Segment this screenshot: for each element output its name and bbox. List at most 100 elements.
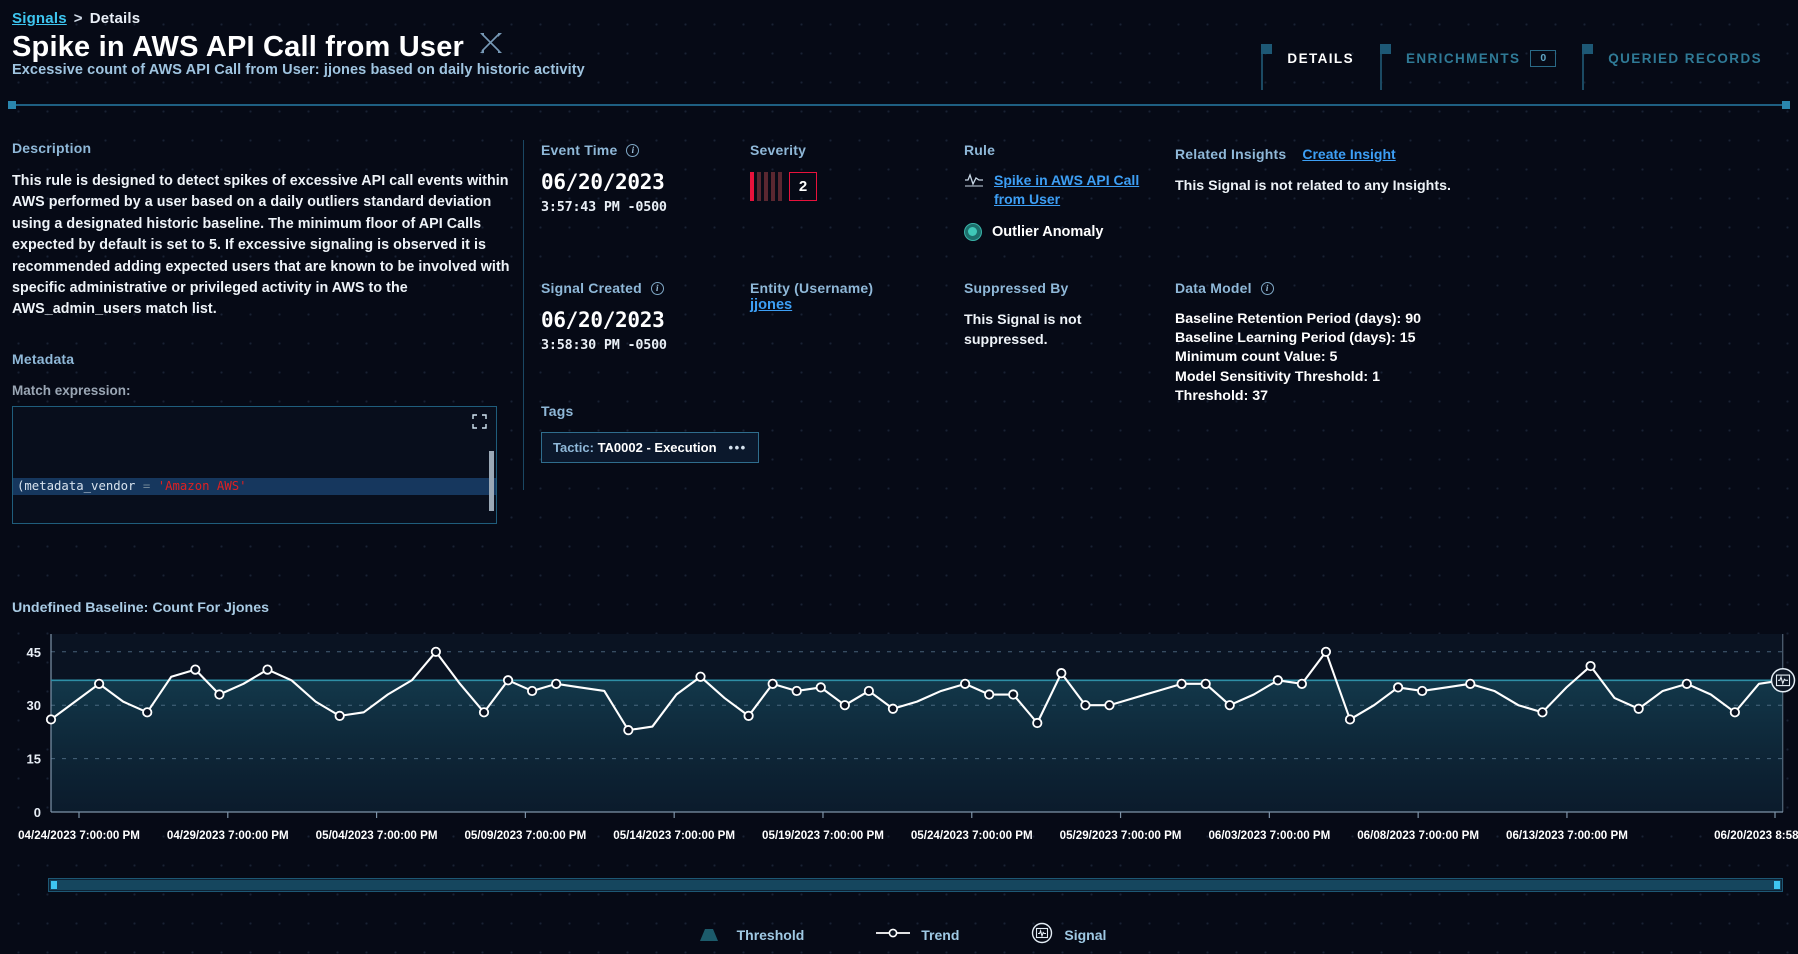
enrichments-count-badge: 0 (1530, 50, 1556, 67)
severity-value: 2 (789, 172, 817, 201)
suppressed-by-body: This Signal is not suppressed. (964, 310, 1164, 350)
entity-value-link[interactable]: jjones (750, 297, 792, 313)
tab-queried-records-label: QUERIED RECORDS (1608, 51, 1762, 66)
suppressed-by-field: Suppressed By This Signal is not suppres… (964, 280, 1164, 350)
baseline-chart[interactable]: 015304504/24/2023 7:00:00 PM04/29/2023 7… (0, 620, 1798, 865)
info-icon[interactable]: i (1261, 282, 1274, 295)
event-time-label: Event Time i (541, 142, 667, 158)
chart-legend: Threshold Trend Signal (0, 922, 1798, 947)
info-icon[interactable]: i (651, 282, 664, 295)
chart-horizontal-scrollbar[interactable] (48, 878, 1783, 892)
legend-item-trend[interactable]: Trend (876, 926, 959, 943)
data-model-list: Baseline Retention Period (days): 90 Bas… (1175, 310, 1575, 406)
chart-title: Undefined Baseline: Count For Jjones (12, 600, 269, 616)
svg-text:05/14/2023 7:00:00 PM: 05/14/2023 7:00:00 PM (613, 829, 735, 842)
tab-bar: DETAILS ENRICHMENTS 0 QUERIED RECORDS (1261, 44, 1788, 73)
signal-marker-icon (1772, 669, 1795, 692)
breadcrumb: Signals>Details (12, 10, 140, 27)
chart-scroll-thumb[interactable] (50, 880, 1781, 890)
rule-label: Rule (964, 142, 1154, 158)
tab-enrichments[interactable]: ENRICHMENTS 0 (1380, 44, 1582, 73)
svg-text:06/08/2023 7:00:00 PM: 06/08/2023 7:00:00 PM (1357, 829, 1479, 842)
svg-text:45: 45 (27, 645, 41, 660)
data-model-field: Data Model i Baseline Retention Period (… (1175, 280, 1575, 406)
svg-text:30: 30 (27, 698, 41, 713)
match-expression-label: Match expression: (12, 383, 512, 398)
tag-key: Tactic: (553, 440, 594, 455)
tag-menu-icon[interactable]: ••• (729, 440, 747, 455)
tab-enrichments-label: ENRICHMENTS (1406, 51, 1520, 66)
severity-bars (750, 172, 782, 201)
column-divider (523, 140, 524, 490)
legend-threshold-label: Threshold (737, 927, 805, 943)
signal-created-date: 06/20/2023 (541, 308, 667, 332)
description-label: Description (12, 140, 512, 156)
data-model-label-text: Data Model (1175, 280, 1252, 296)
svg-text:05/29/2023 7:00:00 PM: 05/29/2023 7:00:00 PM (1060, 829, 1182, 842)
data-model-item: Threshold: 37 (1175, 387, 1575, 406)
entity-label: Entity (Username) (750, 280, 873, 296)
metadata-label: Metadata (12, 351, 512, 367)
rule-link[interactable]: Spike in AWS API Call from User (994, 171, 1154, 209)
related-insights-header: Related Insights Create Insight (1175, 146, 1595, 162)
code-content: (metadata_vendor = 'Amazon AWS' AND meta… (13, 445, 496, 523)
info-icon[interactable]: i (626, 144, 639, 157)
tab-details[interactable]: DETAILS (1261, 44, 1380, 73)
signal-created-field: Signal Created i 06/20/2023 3:58:30 PM -… (541, 280, 667, 353)
page-title: Spike in AWS API Call from User (12, 30, 504, 64)
svg-text:06/13/2023 7:00:00 PM: 06/13/2023 7:00:00 PM (1506, 829, 1628, 842)
chart-svg: 015304504/24/2023 7:00:00 PM04/29/2023 7… (0, 620, 1798, 865)
tags-label: Tags (541, 403, 759, 419)
page-title-text: Spike in AWS API Call from User (12, 31, 464, 64)
suppressed-by-label: Suppressed By (964, 280, 1164, 296)
threshold-area-icon (692, 925, 726, 944)
svg-text:0: 0 (34, 805, 41, 820)
match-expression-code-box[interactable]: (metadata_vendor = 'Amazon AWS' AND meta… (12, 406, 497, 524)
legend-item-signal[interactable]: Signal (1031, 922, 1106, 947)
signal-marker-icon (1031, 922, 1053, 947)
anomaly-type-label: Outlier Anomaly (992, 224, 1103, 240)
svg-text:05/09/2023 7:00:00 PM: 05/09/2023 7:00:00 PM (464, 829, 586, 842)
breadcrumb-link-signals[interactable]: Signals (12, 10, 67, 27)
signal-created-label: Signal Created i (541, 280, 667, 296)
data-model-item: Baseline Learning Period (days): 15 (1175, 329, 1575, 348)
event-time-time: 3:57:43 PM -0500 (541, 200, 667, 215)
data-model-item: Minimum count Value: 5 (1175, 348, 1575, 367)
tab-queried-records[interactable]: QUERIED RECORDS (1582, 44, 1788, 73)
svg-text:05/19/2023 7:00:00 PM: 05/19/2023 7:00:00 PM (762, 829, 884, 842)
tag-chip[interactable]: Tactic: TA0002 - Execution ••• (541, 432, 759, 463)
create-insight-button[interactable]: Create Insight (1302, 146, 1395, 162)
svg-text:05/04/2023 7:00:00 PM: 05/04/2023 7:00:00 PM (316, 829, 438, 842)
svg-text:06/20/2023 8:58:30 PM: 06/20/2023 8:58:30 PM (1714, 829, 1798, 842)
data-model-item: Model Sensitivity Threshold: 1 (1175, 368, 1575, 387)
description-section: Description This rule is designed to det… (12, 140, 512, 524)
rule-field: Rule Spike in AWS API Call from User Out… (964, 142, 1154, 241)
tags-field: Tags Tactic: TA0002 - Execution ••• (541, 403, 759, 463)
data-model-label: Data Model i (1175, 280, 1575, 296)
svg-text:06/03/2023 7:00:00 PM: 06/03/2023 7:00:00 PM (1208, 829, 1330, 842)
rule-row: Spike in AWS API Call from User (964, 171, 1154, 209)
svg-text:04/29/2023 7:00:00 PM: 04/29/2023 7:00:00 PM (167, 829, 289, 842)
expand-icon[interactable] (472, 414, 487, 434)
svg-text:15: 15 (27, 752, 41, 767)
data-model-item: Baseline Retention Period (days): 90 (1175, 310, 1575, 329)
legend-item-threshold[interactable]: Threshold (692, 925, 805, 944)
related-insights-label: Related Insights (1175, 146, 1286, 162)
trend-line-icon (876, 926, 910, 943)
code-line: (metadata_vendor = 'Amazon AWS' (13, 478, 496, 495)
signal-created-time: 3:58:30 PM -0500 (541, 338, 667, 353)
event-time-field: Event Time i 06/20/2023 3:57:43 PM -0500 (541, 142, 667, 215)
code-scrollbar[interactable] (489, 451, 494, 511)
svg-text:05/24/2023 7:00:00 PM: 05/24/2023 7:00:00 PM (911, 829, 1033, 842)
event-time-label-text: Event Time (541, 142, 617, 158)
header-divider (8, 104, 1790, 106)
severity-indicator: 2 (750, 172, 817, 201)
outlier-anomaly-icon (964, 223, 982, 241)
breadcrumb-separator: > (74, 10, 83, 27)
severity-field: Severity 2 (750, 142, 817, 201)
event-time-date: 06/20/2023 (541, 170, 667, 194)
severity-bar (771, 172, 775, 201)
signal-created-label-text: Signal Created (541, 280, 642, 296)
severity-label: Severity (750, 142, 817, 158)
rule-chart-icon (964, 171, 984, 194)
